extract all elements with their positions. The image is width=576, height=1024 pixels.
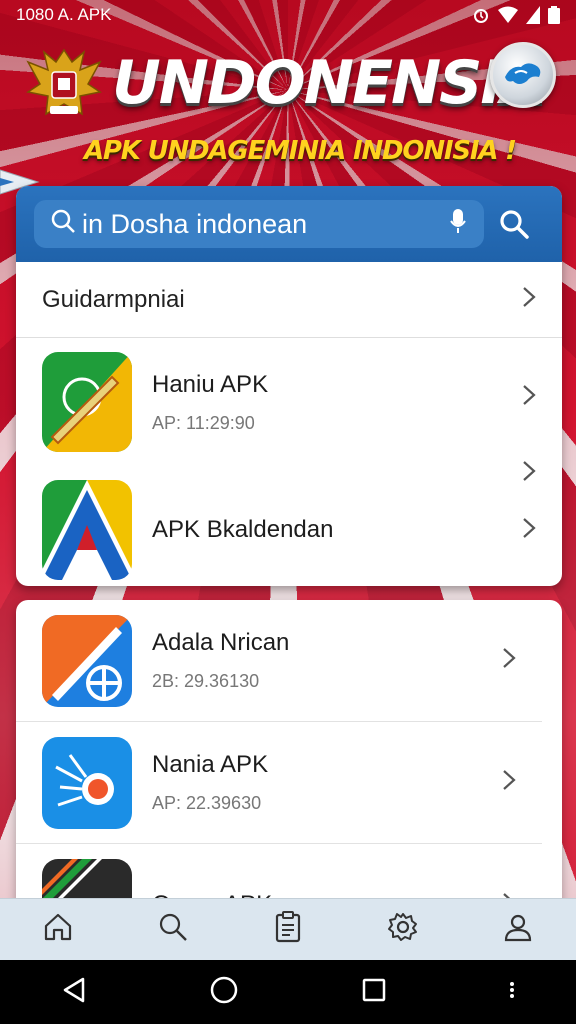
wifi-icon	[498, 6, 518, 24]
home-icon	[42, 911, 74, 948]
chevron-right-icon	[502, 647, 516, 674]
app-header: UNDONENSIA APK UNDAGEMINIA INDONISIA !	[0, 34, 576, 184]
nav-search[interactable]	[143, 905, 203, 955]
app-meta: AP: 11:29:90	[152, 412, 255, 433]
bottom-navigation	[0, 898, 576, 960]
search-button[interactable]	[484, 209, 544, 239]
back-icon[interactable]	[61, 976, 87, 1009]
app-name: Haniu APK	[152, 370, 269, 398]
app-list-item[interactable]: Haniu APK AP: 11:29:90	[16, 338, 562, 481]
app-title: UNDONENSIA	[112, 48, 547, 118]
app-meta: 2B: 29.36130	[152, 671, 260, 691]
search-input[interactable]: in Dosha indonean	[34, 200, 484, 248]
app-list-item[interactable]: Nania APK AP: 22.39630	[16, 722, 542, 844]
nav-home[interactable]	[28, 905, 88, 955]
chevron-right-icon	[522, 517, 536, 544]
nav-clipboard[interactable]	[258, 905, 318, 955]
search-bar: in Dosha indonean	[16, 186, 562, 262]
app-meta: AP: 22.39630	[152, 793, 262, 813]
app-name: APK Bkaldendan	[152, 516, 334, 543]
app-icon-haniu	[42, 352, 132, 452]
app-list-item[interactable]: APK Bkaldendan	[16, 466, 562, 586]
main-card: in Dosha indonean Guidarmpniai Haniu APK…	[16, 186, 562, 586]
app-list-card: Adala Nrican 2B: 29.36130 Nania APK AP: …	[16, 600, 562, 920]
chevron-right-icon	[522, 384, 536, 411]
recents-icon[interactable]	[361, 977, 387, 1008]
search-icon	[157, 911, 189, 948]
clipboard-icon	[273, 911, 303, 948]
chevron-right-icon	[522, 286, 536, 313]
nav-settings[interactable]	[373, 905, 433, 955]
search-field-icon	[50, 208, 76, 241]
nav-profile[interactable]	[488, 905, 548, 955]
category-row[interactable]: Guidarmpniai	[16, 262, 562, 338]
alarm-icon	[472, 6, 490, 24]
status-bar: 1080 A. APK	[0, 0, 576, 30]
microphone-icon[interactable]	[448, 207, 468, 242]
profile-icon	[502, 911, 534, 948]
system-navigation	[0, 960, 576, 1024]
more-options-icon[interactable]	[509, 981, 515, 1004]
app-icon-adala	[42, 614, 132, 707]
app-name: Adala Nrican	[152, 629, 290, 656]
chevron-right-icon	[502, 769, 516, 796]
home-circle-icon[interactable]	[209, 975, 239, 1010]
signal-icon	[526, 6, 540, 24]
app-subtitle: APK UNDAGEMINIA INDONISIA !	[84, 136, 517, 166]
battery-icon	[548, 6, 560, 24]
map-badge-icon[interactable]	[490, 42, 556, 108]
search-placeholder: in Dosha indonean	[82, 208, 308, 239]
settings-icon	[387, 911, 419, 948]
status-time: 1080 A. APK	[16, 5, 112, 24]
app-name: Nania APK	[152, 751, 269, 778]
app-icon-bkaldendan	[42, 480, 132, 580]
app-list-item[interactable]: Adala Nrican 2B: 29.36130	[16, 600, 542, 722]
category-label: Guidarmpniai	[42, 285, 185, 313]
garuda-emblem-icon	[22, 44, 106, 128]
app-icon-nania	[42, 736, 132, 829]
